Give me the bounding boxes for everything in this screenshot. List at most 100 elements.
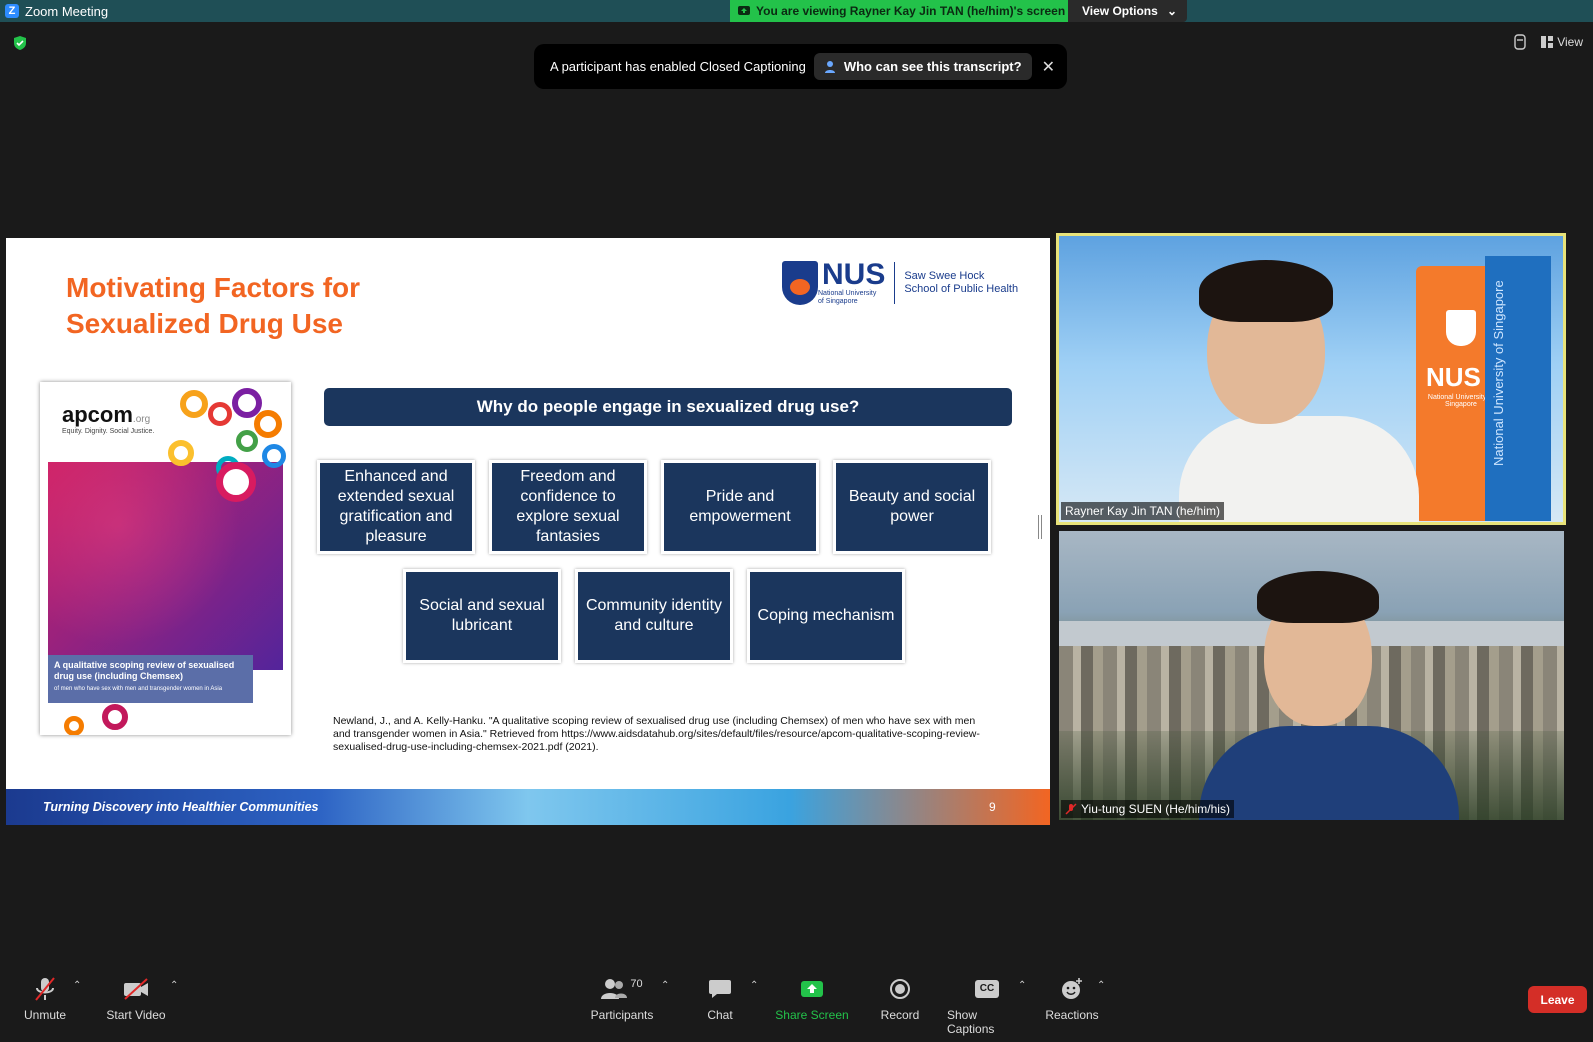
video-off-icon — [122, 976, 150, 1002]
grid-view-icon — [1541, 36, 1554, 48]
participant-count: 70 — [630, 978, 643, 990]
zoom-logo-icon: Z — [5, 4, 19, 18]
share-screen-icon — [798, 976, 826, 1002]
participant-name: Rayner Kay Jin TAN (he/him) — [1065, 504, 1220, 518]
audio-options-caret-icon[interactable]: ⌃ — [73, 980, 81, 991]
participants-button[interactable]: 70 Participants — [582, 976, 662, 1022]
decorative-ring — [216, 462, 256, 502]
factor-box: Coping mechanism — [747, 569, 905, 663]
nus-sub-line2: of Singapore — [818, 298, 858, 305]
encryption-shield-icon[interactable] — [12, 35, 28, 51]
show-captions-button[interactable]: CC Show Captions — [947, 976, 1027, 1036]
video-tile-rayner[interactable]: NUS National University of Singapore Nat… — [1056, 233, 1566, 525]
factor-box: Freedom and confidence to explore sexual… — [489, 460, 647, 554]
citation-line1: Newland, J., and A. Kelly-Hanku. "A qual… — [333, 715, 976, 727]
decorative-ring — [262, 444, 286, 468]
reactions-options-caret-icon[interactable]: ⌃ — [1097, 980, 1105, 991]
chat-options-caret-icon[interactable]: ⌃ — [750, 980, 758, 991]
picture-in-picture-icon[interactable] — [1513, 34, 1527, 50]
slide-question-banner: Why do people engage in sexualized drug … — [324, 388, 1012, 426]
logo-divider — [894, 262, 896, 304]
factor-box: Community identity and culture — [575, 569, 733, 663]
apcom-tagline: Equity. Dignity. Social Justice. — [62, 428, 155, 435]
top-right-controls: View — [1513, 34, 1583, 50]
record-button[interactable]: Record — [860, 976, 940, 1022]
citation-line2: and transgender women in Asia." Retrieve… — [333, 728, 980, 740]
reactions-icon — [1058, 976, 1086, 1002]
leave-button[interactable]: Leave — [1528, 986, 1587, 1013]
factor-box: Enhanced and extended sexual gratificati… — [317, 460, 475, 554]
cover-title-line2: drug use (including Chemsex) — [54, 671, 184, 681]
shared-screen-slide: Motivating Factors for Sexualized Drug U… — [6, 238, 1050, 825]
transcript-button-label: Who can see this transcript? — [843, 59, 1022, 74]
participant-name-tag: Rayner Kay Jin TAN (he/him) — [1061, 502, 1224, 520]
slide-title-line2: Sexualized Drug Use — [66, 308, 343, 339]
school-name-line2: School of Public Health — [904, 283, 1019, 295]
slide-title: Motivating Factors for Sexualized Drug U… — [66, 270, 466, 342]
decorative-ring — [254, 410, 282, 438]
view-menu-button[interactable]: View — [1541, 35, 1583, 49]
apcom-logo: apcom.org — [62, 402, 150, 428]
slide-footer-bar: Turning Discovery into Healthier Communi… — [6, 789, 1050, 825]
speaker-hair — [1257, 571, 1379, 623]
blue-tower-text: National University of Singapore — [1491, 280, 1506, 466]
decorative-ring — [64, 716, 84, 735]
participants-options-caret-icon[interactable]: ⌃ — [661, 980, 669, 991]
meeting-toolbar: Unmute ⌃ Start Video ⌃ 70 Participants ⌃… — [0, 970, 1593, 1042]
close-icon[interactable]: ✕ — [1042, 57, 1055, 77]
decorative-ring — [208, 402, 232, 426]
blue-tower-background: National University of Singapore — [1485, 256, 1551, 521]
share-screen-button[interactable]: Share Screen — [772, 976, 852, 1022]
record-label: Record — [880, 1008, 920, 1022]
person-lock-icon — [824, 60, 835, 73]
unmute-label: Unmute — [23, 1008, 67, 1022]
muted-mic-icon — [31, 976, 59, 1002]
share-screen-label: Share Screen — [775, 1008, 849, 1022]
closed-captioning-toast: A participant has enabled Closed Caption… — [534, 44, 1067, 89]
slide-title-line1: Motivating Factors for — [66, 272, 361, 303]
viewing-screen-banner: You are viewing Rayner Kay Jin TAN (he/h… — [730, 0, 1068, 22]
apcom-brand: apcom — [62, 402, 133, 427]
viewing-screen-text: You are viewing Rayner Kay Jin TAN (he/h… — [756, 4, 1066, 18]
chevron-down-icon: ⌄ — [1166, 4, 1177, 18]
citation-line3: sexualised-drug-use-including-chemsex-20… — [333, 741, 599, 753]
nus-sub-line1: National University — [818, 290, 877, 297]
start-video-button[interactable]: Start Video — [96, 976, 176, 1022]
video-tile-yiu-tung[interactable]: Yiu-tung SUEN (He/him/his) — [1059, 531, 1564, 820]
panel-resize-handle[interactable] — [1038, 515, 1042, 539]
school-name-line1: Saw Swee Hock — [904, 270, 985, 282]
participant-name: Yiu-tung SUEN (He/him/his) — [1081, 802, 1230, 816]
nus-crest-icon — [1446, 310, 1476, 346]
window-title: Zoom Meeting — [25, 3, 109, 19]
view-label: View — [1557, 35, 1583, 49]
nus-sph-logo: NUS National University of Singapore Saw… — [782, 258, 1032, 308]
nus-wordmark: NUS — [822, 258, 886, 291]
muted-mic-icon — [1065, 803, 1077, 815]
chat-label: Chat — [707, 1008, 733, 1022]
share-screen-icon — [738, 6, 750, 15]
school-name: Saw Swee Hock School of Public Health — [904, 270, 1018, 296]
captions-options-caret-icon[interactable]: ⌃ — [1018, 980, 1026, 991]
chat-button[interactable]: Chat — [680, 976, 760, 1022]
factor-box: Pride and empowerment — [661, 460, 819, 554]
view-options-label: View Options — [1082, 4, 1158, 18]
record-icon — [886, 976, 914, 1002]
reactions-label: Reactions — [1045, 1008, 1099, 1022]
apcom-brand-suffix: .org — [132, 414, 151, 425]
decorative-ring — [102, 704, 128, 730]
tower-nus-text: NUS — [1426, 362, 1481, 392]
transcript-visibility-button[interactable]: Who can see this transcript? — [813, 53, 1032, 80]
factor-box: Beauty and social power — [833, 460, 991, 554]
participant-name-tag: Yiu-tung SUEN (He/him/his) — [1061, 800, 1234, 818]
chat-icon — [706, 976, 734, 1002]
video-options-caret-icon[interactable]: ⌃ — [170, 980, 178, 991]
nus-crest-icon — [782, 261, 818, 305]
participants-label: Participants — [590, 1008, 654, 1022]
closed-captions-icon: CC — [973, 976, 1001, 1002]
decorative-ring — [180, 390, 208, 418]
report-cover-image: apcom.org Equity. Dignity. Social Justic… — [40, 382, 291, 735]
show-captions-label: Show Captions — [947, 1008, 995, 1036]
view-options-button[interactable]: View Options ⌄ — [1068, 0, 1187, 22]
decorative-ring — [236, 430, 258, 452]
participants-icon: 70 — [597, 976, 647, 1002]
